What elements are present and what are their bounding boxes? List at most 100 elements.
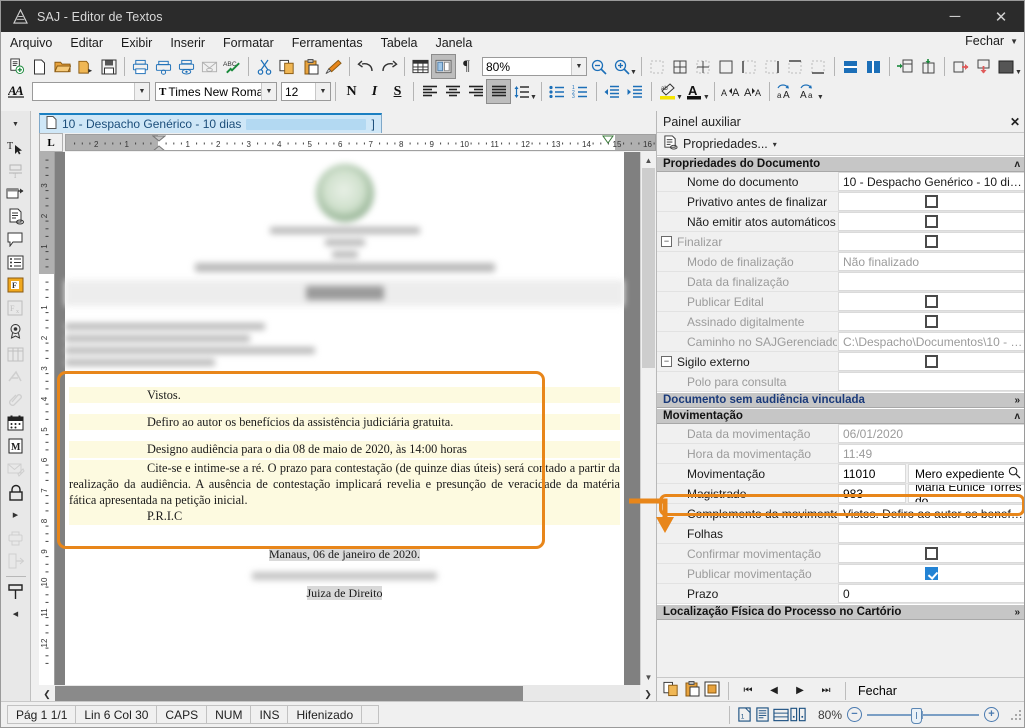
zoom-in-button[interactable]: + [984,707,999,722]
header-footer-icon[interactable]: T [4,159,28,181]
redo-icon[interactable] [377,55,400,78]
checkbox[interactable] [925,195,938,208]
property-row-confirmar-movimentacao[interactable]: Confirmar movimentação [657,544,1024,564]
property-row-finalizar[interactable]: − Finalizar [657,232,1024,252]
next-record-button[interactable]: ▶ [789,681,811,701]
property-value[interactable] [838,192,1024,211]
checkbox-checked[interactable] [925,567,938,580]
movimentacao-description-field[interactable]: Mero expediente [908,464,1024,483]
mail-merge-icon[interactable] [4,458,28,480]
bold-button[interactable]: N [340,80,363,103]
paragraph-vistos[interactable]: Vistos. [69,387,620,404]
digital-signature-icon[interactable] [4,320,28,342]
property-row-data-movimentacao[interactable]: Data da movimentação 06/01/2020 [657,424,1024,444]
menu-arquivo[interactable]: Arquivo [1,34,61,52]
zoom-out-icon[interactable] [587,55,610,78]
print-document-icon[interactable] [4,527,28,549]
chevron-down-icon[interactable]: ▼ [571,58,586,75]
last-record-button[interactable]: ⏭ [815,681,837,701]
property-row-caminho-sajgerenciador[interactable]: Caminho no SAJGerenciador C:\Despacho\Do… [657,332,1024,352]
borders-right-icon[interactable] [761,55,784,78]
magistrado-name-field[interactable]: Maria Eunice Torres do … [908,484,1024,503]
property-row-sigilo-externo[interactable]: − Sigilo externo [657,352,1024,372]
align-left-icon[interactable] [418,80,441,103]
property-row-hora-movimentacao[interactable]: Hora da movimentação 11:49 [657,444,1024,464]
font-size-combo[interactable]: 12 ▼ [281,82,331,101]
horizontal-ruler[interactable]: 2 1 1 2 3 4 5 6 7 8 9 10 11 12 13 14 15 16 [65,134,656,151]
print-preview-icon[interactable] [175,55,198,78]
property-value[interactable]: 10 - Despacho Genérico - 10 di… [838,172,1024,191]
property-row-complemento-movimentacao[interactable]: Complemento da movimentação Vistos. Defi… [657,504,1024,524]
property-row-assinado-digitalmente[interactable]: Assinado digitalmente [657,312,1024,332]
menu-exibir[interactable]: Exibir [112,34,161,52]
document-vertical-scrollbar[interactable]: ▲ ▼ [640,152,656,685]
magistrado-code-field[interactable]: 983 [838,484,906,503]
panel-tool-label[interactable]: Propriedades... [683,137,768,151]
duplicate-movement-icon[interactable] [704,681,720,700]
attachment-icon[interactable] [4,389,28,411]
change-case-upper-icon[interactable]: aA [774,80,797,103]
insert-column-icon[interactable] [917,55,940,78]
group-header-localizacao-fisica[interactable]: Localização Física do Processo no Cartór… [657,604,1024,620]
italic-button[interactable]: I [363,80,386,103]
document-tab[interactable]: 10 - Despacho Genérico - 10 dias ] [39,113,382,133]
property-value[interactable] [838,372,1024,391]
paragraph-defiro[interactable]: Defiro ao autor os benefícios da assistê… [69,414,620,431]
close-button[interactable]: ✕ [978,1,1024,32]
menu-ferramentas[interactable]: Ferramentas [283,34,372,52]
zoom-slider-knob[interactable] [911,707,922,724]
first-record-button[interactable]: ⏮ [737,681,759,701]
style-format-icon[interactable]: A A [5,80,28,103]
chevron-icon[interactable]: ʌ [1014,159,1020,170]
print-icon[interactable] [129,55,152,78]
scroll-up-button[interactable]: ▲ [641,152,656,168]
minimize-button[interactable]: ─ [932,1,978,32]
comment-icon[interactable] [4,228,28,250]
split-cells-vertical-icon[interactable] [862,55,885,78]
insert-field-icon[interactable] [4,182,28,204]
page-canvas[interactable]: Vistos. Defiro ao autor os benefícios da… [55,152,640,685]
borders-top-icon[interactable] [784,55,807,78]
increase-font-size-icon[interactable]: AA [719,80,742,103]
list-icon[interactable] [4,251,28,273]
checkbox[interactable] [925,315,938,328]
scroll-down-button[interactable]: ▼ [641,669,656,685]
tree-collapse-icon[interactable]: − [661,236,672,247]
select-text-icon[interactable]: T [4,136,28,158]
page-layout-icon[interactable] [431,54,456,79]
table-grid-icon[interactable] [4,343,28,365]
chevron-icon[interactable]: » [1014,395,1020,406]
vertical-scroll-thumb[interactable] [642,168,655,368]
borders-left-icon[interactable] [738,55,761,78]
movimentacao-code-field[interactable]: 11010 [838,464,906,483]
open-folder-icon[interactable] [51,55,74,78]
property-row-publicar-movimentacao[interactable]: Publicar movimentação [657,564,1024,584]
chevron-icon[interactable]: ʌ [1014,411,1020,422]
strip-expand-icon[interactable]: ▶ [4,504,28,526]
cut-icon[interactable] [253,55,276,78]
zoom-combo[interactable]: 80% ▼ [482,57,587,76]
strip-chevron-icon[interactable]: ▼ [4,113,28,135]
spellcheck-icon[interactable]: ABC [221,55,244,78]
panel-properties-list[interactable]: Propriedades do Documento ʌ Nome do docu… [657,156,1024,677]
group-header-documento-sem-audiencia[interactable]: Documento sem audiência vinculada » [657,392,1024,408]
calendar-icon[interactable] [4,412,28,434]
property-row-publicar-edital[interactable]: Publicar Edital [657,292,1024,312]
align-center-icon[interactable] [441,80,464,103]
property-row-modo-finalizacao[interactable]: Modo de finalização Não finalizado [657,252,1024,272]
insert-row-above-icon[interactable] [894,55,917,78]
property-value[interactable]: C:\Despacho\Documentos\10 - … [838,332,1024,351]
document-text-block[interactable]: Vistos. Defiro ao autor os benefícios da… [65,387,624,525]
merge-icon[interactable] [4,366,28,388]
zoom-out-button[interactable]: − [847,707,862,722]
view-web-layout-icon[interactable] [772,707,790,723]
property-value[interactable]: Vistos. Defiro ao autor os benef… [838,504,1024,523]
property-value[interactable]: 11:49 [838,444,1024,463]
decrease-font-size-icon[interactable]: AA [742,80,765,103]
view-single-page-icon[interactable]: 1 [736,707,754,723]
menu-editar[interactable]: Editar [61,34,112,52]
checkbox[interactable] [925,355,938,368]
macro-icon[interactable]: M [4,435,28,457]
underline-button[interactable]: S [386,80,409,103]
property-row-privativo[interactable]: Privativo antes de finalizar [657,192,1024,212]
